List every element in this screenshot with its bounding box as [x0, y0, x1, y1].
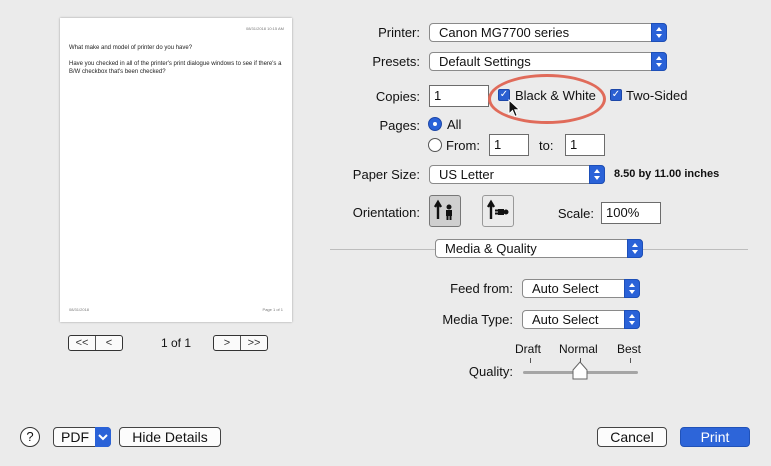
quality-tick-draft: Draft — [515, 342, 542, 356]
landscape-orientation-button[interactable] — [482, 195, 514, 227]
feed-from-label: Feed from: — [450, 281, 513, 296]
popup-arrows-icon — [624, 310, 640, 329]
quality-slider-knob[interactable] — [571, 361, 589, 381]
feed-from-popup[interactable]: Auto Select — [522, 279, 640, 298]
preview-footer-right: Page 1 of 1 — [262, 307, 283, 312]
feed-from-value: Auto Select — [532, 281, 599, 296]
first-page-button[interactable]: << — [69, 336, 95, 350]
last-page-button[interactable]: >> — [240, 336, 267, 350]
pager-forward-group: > >> — [213, 335, 268, 351]
pages-from-label: From: — [446, 138, 480, 153]
preview-footer-left: 08/31/2018 — [69, 307, 90, 312]
pages-all-radio[interactable] — [428, 117, 442, 131]
media-type-popup[interactable]: Auto Select — [522, 310, 640, 329]
preview-header: 08/31/2018 10:15 AM — [245, 26, 284, 31]
mouse-pointer-icon — [508, 99, 521, 118]
section-value: Media & Quality — [445, 241, 537, 256]
media-type-label: Media Type: — [442, 312, 513, 327]
preview-question2: Have you checked in all of the printer's… — [69, 61, 282, 75]
page-preview: 08/31/2018 10:15 AM What make and model … — [60, 18, 292, 322]
cancel-button[interactable]: Cancel — [597, 427, 667, 447]
paper-size-popup[interactable]: US Letter — [429, 165, 605, 184]
landscape-icon — [486, 199, 509, 219]
two-sided-label: Two-Sided — [626, 88, 688, 103]
popup-arrows-icon — [651, 23, 667, 42]
pages-to-field[interactable]: 1 — [565, 134, 605, 156]
next-page-button[interactable]: > — [214, 336, 240, 350]
portrait-icon — [433, 199, 452, 220]
portrait-orientation-button[interactable] — [429, 195, 461, 227]
section-popup[interactable]: Media & Quality — [435, 239, 643, 258]
two-sided-checkbox[interactable]: ✓ — [610, 89, 622, 101]
preview-question1: What make and model of printer do you ha… — [69, 45, 193, 51]
copies-label: Copies: — [375, 89, 420, 104]
annotation-ellipse — [488, 74, 606, 124]
pages-all-label: All — [447, 117, 462, 132]
orientation-label: Orientation: — [352, 205, 420, 220]
pages-from-field[interactable]: 1 — [489, 134, 529, 156]
paper-size-label: Paper Size: — [352, 167, 420, 182]
pages-to-label: to: — [539, 138, 554, 153]
quality-tick-best: Best — [617, 342, 642, 356]
copies-field[interactable]: 1 — [429, 85, 489, 107]
pdf-label: PDF — [61, 429, 89, 445]
help-button[interactable]: ? — [20, 427, 40, 447]
page-indicator: 1 of 1 — [161, 336, 192, 350]
pages-range-radio[interactable] — [428, 138, 442, 152]
quality-tick-normal: Normal — [559, 342, 598, 356]
popup-arrows-icon — [624, 279, 640, 298]
presets-label: Presets: — [372, 54, 420, 69]
quality-label: Quality: — [468, 364, 513, 379]
printer-label: Printer: — [378, 25, 420, 40]
scale-label: Scale: — [557, 206, 594, 221]
presets-popup[interactable]: Default Settings — [429, 52, 667, 71]
popup-arrows-icon — [651, 52, 667, 71]
chevron-down-icon — [95, 427, 111, 447]
printer-popup[interactable]: Canon MG7700 series — [429, 23, 667, 42]
media-type-value: Auto Select — [532, 312, 599, 327]
print-button[interactable]: Print — [680, 427, 750, 447]
previous-page-button[interactable]: < — [95, 336, 122, 350]
paper-dimensions: 8.50 by 11.00 inches — [614, 168, 720, 180]
scale-field[interactable]: 100% — [601, 202, 661, 224]
printer-value: Canon MG7700 series — [439, 25, 570, 40]
pdf-menu-button[interactable]: PDF — [53, 427, 111, 447]
quality-tick-mark-best — [630, 358, 631, 363]
presets-value: Default Settings — [439, 54, 531, 69]
pages-label: Pages: — [379, 118, 420, 133]
paper-size-value: US Letter — [439, 167, 494, 182]
pager-back-group: << < — [68, 335, 123, 351]
hide-details-button[interactable]: Hide Details — [119, 427, 221, 447]
quality-tick-mark-draft — [530, 358, 531, 363]
popup-arrows-icon — [627, 239, 643, 258]
popup-arrows-icon — [589, 165, 605, 184]
